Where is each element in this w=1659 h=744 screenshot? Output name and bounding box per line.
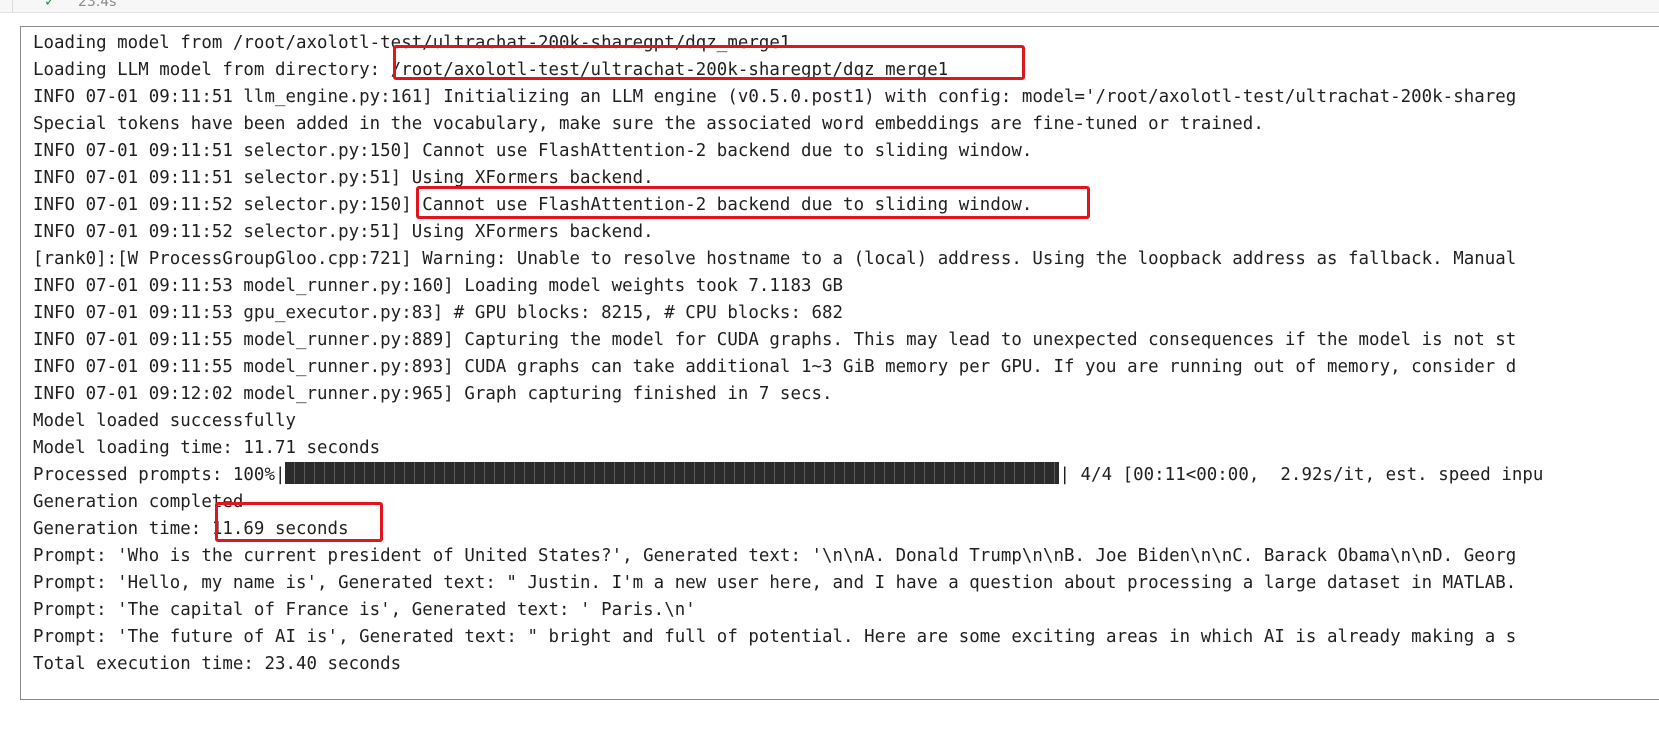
output-line: [rank0]:[W ProcessGroupGloo.cpp:721] War… <box>33 249 1517 269</box>
output-line: INFO 07-01 09:11:51 llm_engine.py:161] I… <box>33 87 1517 107</box>
output-line: Prompt: 'The future of AI is', Generated… <box>33 627 1517 647</box>
cell-gutter <box>0 0 13 12</box>
progress-bar <box>285 462 1060 484</box>
highlight-flashattention-warning <box>416 186 1090 219</box>
highlight-model-directory <box>393 45 1025 80</box>
output-line: INFO 07-01 09:11:55 model_runner.py:893]… <box>33 357 1517 377</box>
output-line: Model loading time: 11.71 seconds <box>33 438 381 458</box>
highlight-generation-time <box>215 502 383 542</box>
cell-output-panel[interactable]: Loading model from /root/axolotl-test/ul… <box>20 26 1659 700</box>
output-line: INFO 07-01 09:11:53 model_runner.py:160]… <box>33 276 844 296</box>
output-line: INFO 07-01 09:11:52 selector.py:51] Usin… <box>33 222 654 242</box>
progress-stats: | 4/4 [00:11<00:00, 2.92s/it, est. speed… <box>1059 465 1544 485</box>
cell-status-bar: ✓ 23.4s <box>0 0 1659 13</box>
check-icon: ✓ <box>44 0 56 10</box>
output-text: Loading model from /root/axolotl-test/ul… <box>33 30 1659 678</box>
output-line: Prompt: 'Hello, my name is', Generated t… <box>33 573 1517 593</box>
progress-label: Processed prompts: 100%| <box>33 465 286 485</box>
output-line: INFO 07-01 09:11:51 selector.py:150] Can… <box>33 141 1033 161</box>
output-line: Prompt: 'The capital of France is', Gene… <box>33 600 696 620</box>
output-line: Model loaded successfully <box>33 411 297 431</box>
output-line: INFO 07-01 09:12:02 model_runner.py:965]… <box>33 384 833 404</box>
output-line: INFO 07-01 09:11:53 gpu_executor.py:83] … <box>33 303 844 323</box>
output-line: Total execution time: 23.40 seconds <box>33 654 402 674</box>
progress-line: Processed prompts: 100%| | 4/4 [00:11<00:… <box>33 462 1659 489</box>
output-line: Special tokens have been added in the vo… <box>33 114 1264 134</box>
output-line: Prompt: 'Who is the current president of… <box>33 546 1517 566</box>
output-line: INFO 07-01 09:11:55 model_runner.py:889]… <box>33 330 1517 350</box>
cell-duration: 23.4s <box>78 0 117 10</box>
